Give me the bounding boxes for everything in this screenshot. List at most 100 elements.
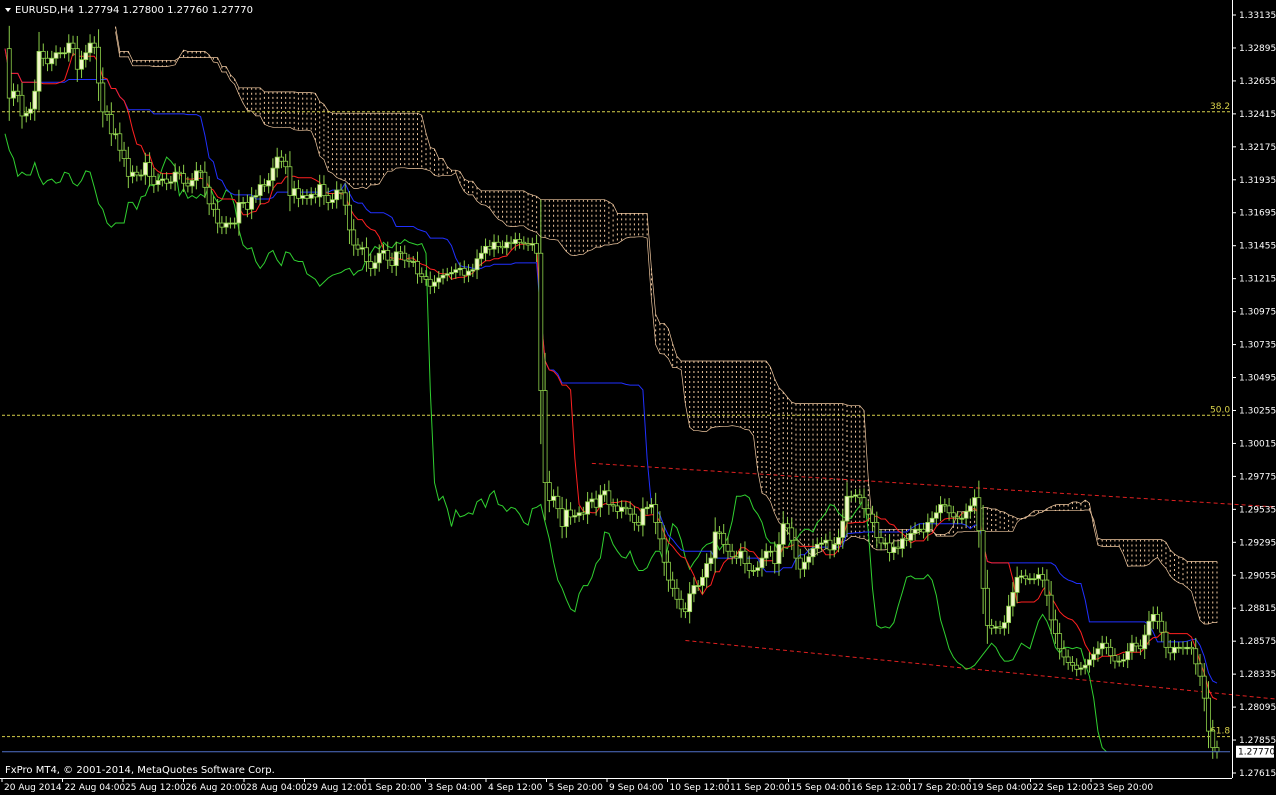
candle-body: [938, 504, 943, 514]
candle-body: [882, 542, 888, 545]
candle-body: [91, 42, 97, 48]
candle-body: [802, 561, 807, 570]
candle-body: [1006, 605, 1012, 624]
candle-body: [1078, 667, 1084, 670]
candle-body: [585, 501, 591, 515]
candle-body: [619, 506, 625, 512]
candle-body: [551, 495, 556, 501]
candle-body: [1108, 646, 1114, 656]
candle-body: [1193, 648, 1199, 665]
candle-body: [1167, 646, 1173, 654]
candle-body: [529, 243, 535, 246]
candle-body: [202, 171, 208, 188]
candle-body: [776, 543, 782, 564]
candle-body: [717, 531, 722, 534]
candle-body: [219, 222, 225, 228]
candle-body: [427, 278, 433, 287]
candle-body: [1023, 575, 1029, 580]
candle-body: [755, 567, 761, 571]
candle-body: [1172, 646, 1177, 654]
candle-body: [572, 515, 578, 518]
price-tick-label: 1.31695: [1239, 209, 1276, 219]
candle-body: [517, 239, 522, 243]
candle-body: [159, 178, 165, 181]
candle-body: [508, 241, 514, 245]
price-chart[interactable]: 38.250.061.8 1.331351.328951.326551.3241…: [0, 0, 1276, 795]
candle-body: [317, 184, 323, 198]
candle-body: [1014, 576, 1020, 593]
candle-body: [891, 546, 897, 554]
candle-body: [1116, 660, 1122, 663]
candle-body: [1070, 662, 1075, 666]
candle-body: [279, 156, 284, 162]
candle-body: [1150, 613, 1156, 622]
candle-body: [504, 241, 510, 249]
candle-body: [1082, 664, 1088, 669]
candle-body: [40, 50, 46, 59]
candle-body: [1189, 646, 1194, 650]
candle-body: [691, 585, 697, 595]
candle-body: [810, 548, 816, 558]
candle-body: [372, 262, 378, 269]
candle-body: [631, 513, 637, 523]
candle-body: [206, 186, 212, 205]
candle-body: [814, 543, 820, 549]
candle-body: [410, 261, 416, 263]
time-tick-label: 5 Sep 20:00: [549, 783, 604, 793]
candle-body: [563, 509, 569, 527]
candle-body: [457, 267, 463, 271]
candle-body: [908, 532, 914, 541]
candle-body: [597, 494, 603, 508]
candle-body: [780, 523, 786, 545]
candle-body: [636, 521, 642, 526]
candle-body: [406, 259, 412, 262]
time-tick-label: 29 Aug 12:00: [307, 783, 368, 793]
candle-body: [313, 193, 318, 198]
candle-body: [1206, 697, 1211, 732]
candle-body: [644, 506, 650, 510]
price-tick-label: 1.29295: [1239, 538, 1276, 548]
footer-copyright: FxPro MT4, © 2001-2014, MetaQuotes Softw…: [5, 765, 275, 776]
candle-body: [904, 538, 909, 541]
candle-body: [865, 508, 871, 515]
candle-body: [1210, 730, 1216, 748]
candle-body: [793, 539, 799, 559]
candle-body: [240, 202, 246, 204]
candle-body: [1027, 578, 1033, 581]
candle-body: [210, 203, 216, 210]
candle-body: [853, 494, 858, 497]
candle-body: [1065, 656, 1071, 663]
candle-body: [11, 90, 16, 99]
candle-body: [470, 269, 476, 272]
candle-body: [555, 495, 561, 510]
candle-body: [695, 585, 701, 587]
time-tick-label: 22 Aug 04:00: [65, 783, 126, 793]
price-tick-label: 1.29055: [1239, 571, 1276, 581]
candle-body: [861, 497, 867, 510]
candle-body: [87, 42, 93, 54]
candle-body: [857, 494, 863, 499]
candle-body: [772, 550, 778, 564]
candle-body: [330, 199, 335, 203]
candle-body: [963, 511, 969, 519]
candle-body: [661, 538, 667, 563]
candle-body: [415, 261, 420, 275]
candle-body: [1001, 622, 1007, 629]
candle-body: [266, 180, 272, 187]
price-tick-label: 1.28095: [1239, 703, 1276, 713]
candle-body: [606, 490, 612, 505]
candle-body: [1044, 579, 1050, 596]
candle-body: [36, 50, 42, 92]
candle-body: [848, 495, 854, 498]
candle-body: [1176, 646, 1182, 649]
price-tick-label: 1.30255: [1239, 406, 1276, 416]
candle-body: [666, 561, 671, 581]
candle-body: [104, 111, 110, 115]
candle-body: [933, 512, 939, 519]
candle-body: [274, 156, 280, 169]
fib-level-label: 50.0: [1210, 405, 1230, 415]
candle-body: [181, 173, 187, 184]
candle-body: [385, 250, 391, 261]
candle-body: [546, 482, 552, 501]
candle-body: [525, 243, 531, 246]
